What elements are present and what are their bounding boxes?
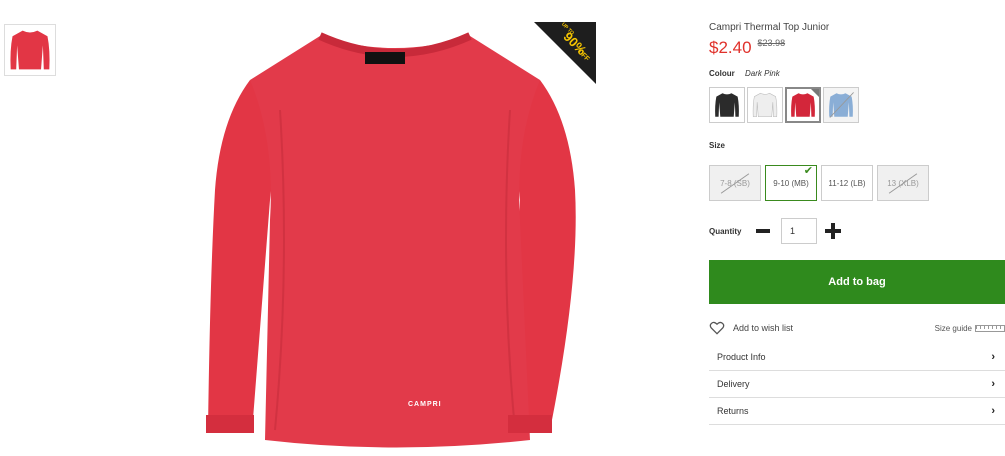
colour-row: Colour Dark Pink: [709, 69, 780, 78]
was-price: $23.98: [757, 38, 786, 48]
minus-icon: [756, 229, 770, 233]
size-option-label: 9-10 (MB): [773, 178, 809, 188]
size-options: 7-8 (SB) 9-10 (MB) ✔ 11-12 (LB) 13 (XLB): [709, 165, 933, 201]
thumbnail-image[interactable]: [4, 24, 56, 76]
blue-shirt-icon: [829, 92, 854, 118]
accordion-label: Delivery: [717, 379, 750, 389]
swatch-black[interactable]: [709, 87, 745, 123]
price-row: $2.40 $23.98: [709, 38, 785, 58]
size-option[interactable]: 13 (XLB): [877, 165, 929, 201]
product-main-image: [190, 20, 600, 450]
size-option[interactable]: 11-12 (LB): [821, 165, 873, 201]
size-label: Size: [709, 141, 726, 150]
quantity-increase-button[interactable]: [825, 223, 841, 239]
add-to-bag-button[interactable]: Add to bag: [709, 260, 1005, 304]
heart-icon[interactable]: [709, 321, 725, 335]
add-to-wish-list-link[interactable]: Add to wish list: [733, 323, 793, 333]
size-option[interactable]: 7-8 (SB): [709, 165, 761, 201]
accordion-label: Returns: [717, 406, 749, 416]
swatch-blue[interactable]: [823, 87, 859, 123]
info-accordion: Product Info › Delivery › Returns ›: [709, 344, 1005, 425]
chevron-right-icon: ›: [991, 378, 995, 390]
white-shirt-icon: [752, 92, 778, 118]
accordion-item-delivery[interactable]: Delivery ›: [709, 371, 1005, 398]
size-guide-label: Size guide: [934, 323, 972, 333]
size-guide-link[interactable]: Size guide: [935, 324, 1005, 333]
accordion-label: Product Info: [717, 352, 766, 362]
quantity-row: Quantity: [709, 218, 841, 244]
selected-corner-icon: [811, 89, 819, 97]
thumbnail-shirt-icon: [10, 30, 50, 70]
colour-value: Dark Pink: [745, 69, 780, 78]
size-option-label: 11-12 (LB): [828, 178, 866, 188]
quantity-label: Quantity: [709, 226, 742, 236]
chevron-right-icon: ›: [991, 405, 995, 417]
colour-label: Colour: [709, 69, 735, 78]
current-price: $2.40: [709, 38, 752, 57]
accordion-item-returns[interactable]: Returns ›: [709, 398, 1005, 425]
accordion-item-product-info[interactable]: Product Info ›: [709, 344, 1005, 371]
swatch-dark-pink[interactable]: [785, 87, 821, 123]
wish-row: Add to wish list Size guide: [709, 320, 1005, 336]
black-shirt-icon: [715, 93, 739, 117]
checkmark-icon: ✔: [803, 165, 813, 177]
quantity-decrease-button[interactable]: [755, 223, 771, 239]
colour-swatches: [709, 87, 861, 123]
product-panel: Campri Thermal Top Junior $2.40 $23.98 C…: [709, 0, 1005, 456]
size-option[interactable]: 9-10 (MB) ✔: [765, 165, 817, 201]
chevron-right-icon: ›: [991, 351, 995, 363]
quantity-input[interactable]: [781, 218, 817, 244]
product-title: Campri Thermal Top Junior: [709, 22, 830, 33]
garment-logo: CAMPRI: [408, 401, 442, 408]
swatch-white[interactable]: [747, 87, 783, 123]
ruler-icon: [975, 324, 1005, 332]
promo-badge: 90% UP TO OFF: [534, 22, 596, 84]
